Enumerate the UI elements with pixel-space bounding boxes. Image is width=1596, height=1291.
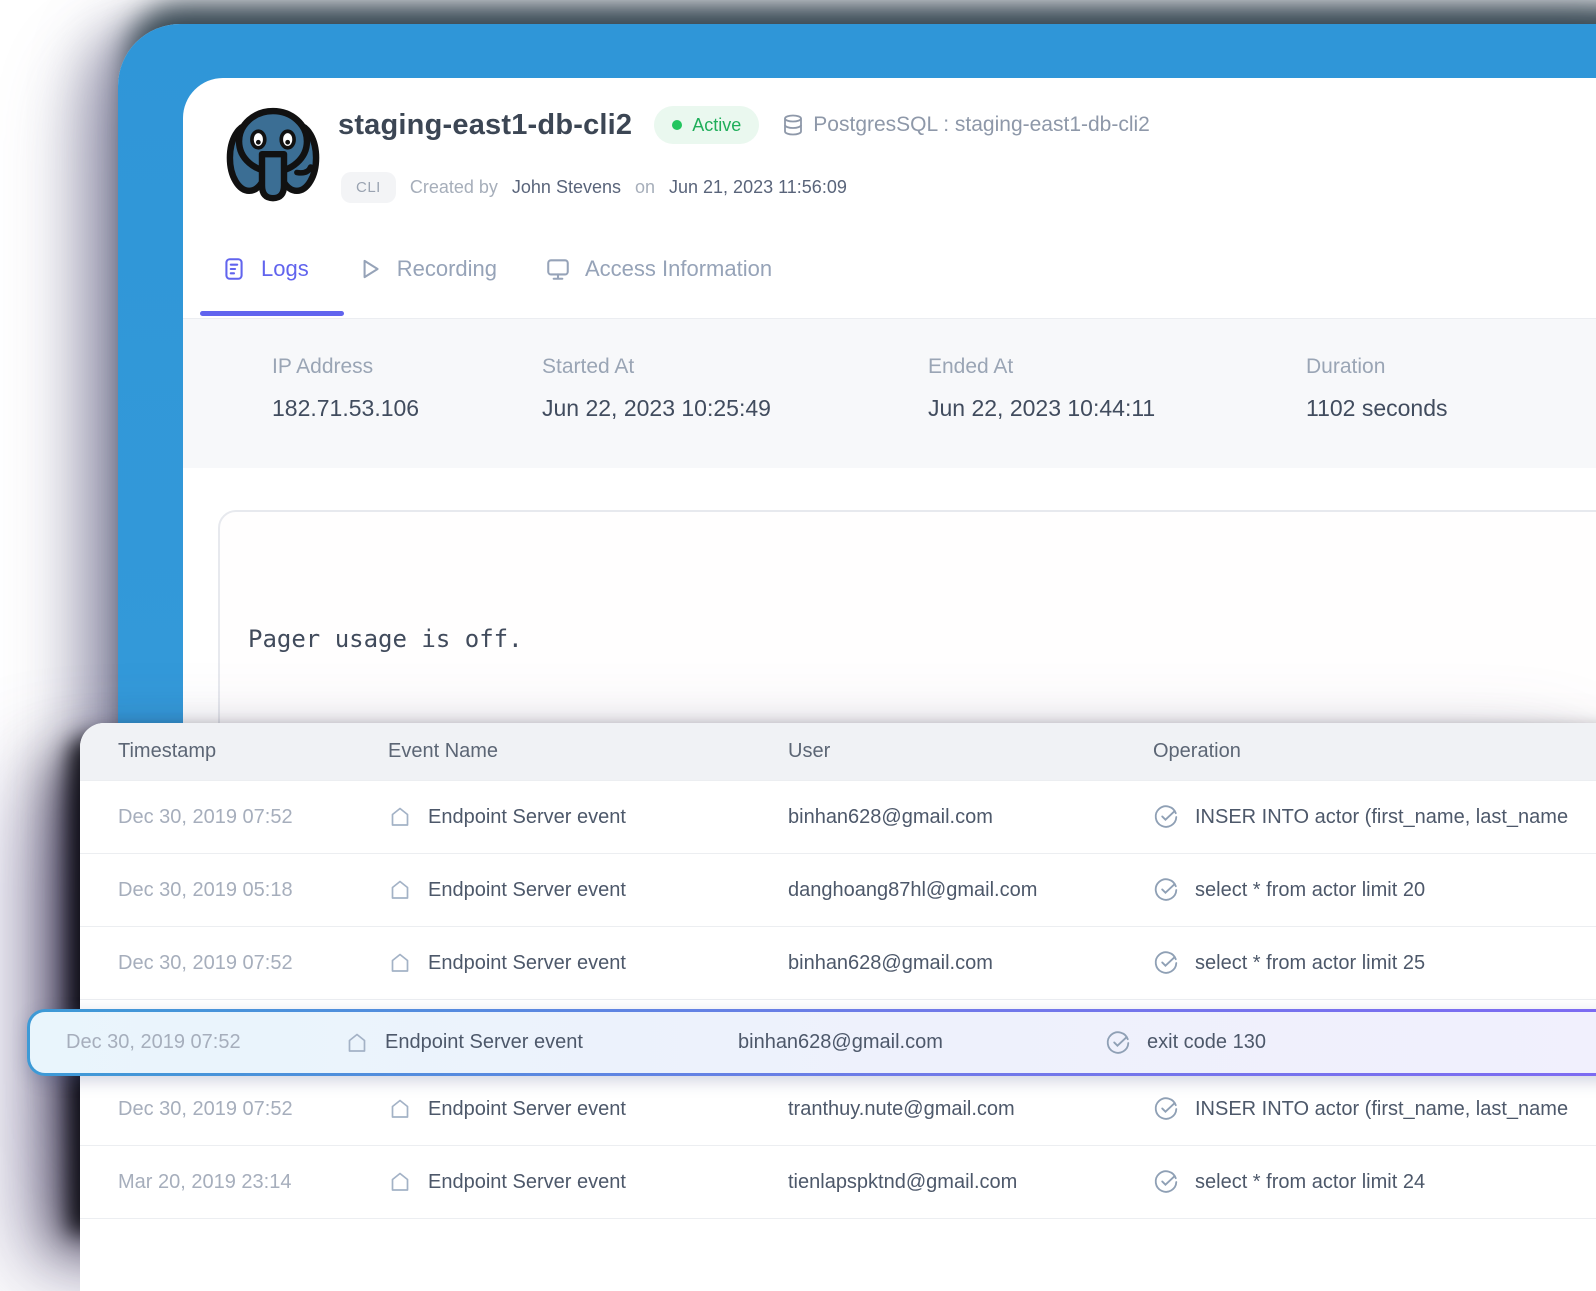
- column-header-event-name: Event Name: [388, 740, 788, 763]
- terminal-line: Pager usage is off.: [248, 620, 1596, 659]
- active-tab-underline: [200, 311, 344, 316]
- endpoint-server-icon: [388, 951, 412, 975]
- endpoint-server-icon: [388, 1170, 412, 1194]
- table-row[interactable]: Dec 30, 2019 07:52 Endpoint Server event…: [80, 926, 1596, 999]
- table-row[interactable]: Dec 30, 2019 05:18 Endpoint Server event…: [80, 853, 1596, 926]
- database-icon: [781, 113, 805, 137]
- page: staging-east1-db-cli2 Active PostgresSQL…: [0, 0, 1596, 1228]
- table-header: Timestamp Event Name User Operation: [80, 723, 1596, 780]
- check-circle-icon: [1153, 804, 1179, 830]
- endpoint-server-icon: [388, 1097, 412, 1121]
- check-circle-icon: [1153, 950, 1179, 976]
- created-by-line: CLI Created by John Stevens on Jun 21, 2…: [341, 172, 847, 203]
- status-badge: Active: [654, 106, 759, 144]
- column-header-operation: Operation: [1153, 740, 1596, 763]
- endpoint-server-icon: [388, 805, 412, 829]
- table-row[interactable]: Dec 30, 2019 07:52 Endpoint Server event…: [80, 780, 1596, 853]
- column-header-timestamp: Timestamp: [118, 740, 388, 763]
- tab-access-information[interactable]: Access Information: [545, 256, 772, 282]
- column-header-user: User: [788, 740, 1153, 763]
- table-row: [80, 1218, 1596, 1291]
- endpoint-server-icon: [345, 1031, 369, 1055]
- play-icon: [357, 256, 383, 282]
- endpoint-server-icon: [388, 878, 412, 902]
- monitor-icon: [545, 256, 571, 282]
- table-row[interactable]: Mar 20, 2019 23:14 Endpoint Server event…: [80, 1145, 1596, 1218]
- info-ended-at: Ended At Jun 22, 2023 10:44:11: [928, 319, 1306, 468]
- logs-icon: [221, 256, 247, 282]
- created-by-name: John Stevens: [512, 177, 621, 198]
- tab-logs[interactable]: Logs: [221, 256, 309, 282]
- table-row[interactable]: Dec 30, 2019 07:52 Endpoint Server event…: [80, 1072, 1596, 1145]
- check-circle-icon: [1153, 877, 1179, 903]
- check-circle-icon: [1153, 1096, 1179, 1122]
- info-duration: Duration 1102 seconds: [1306, 319, 1448, 468]
- session-type-badge: CLI: [341, 172, 396, 203]
- status-dot-icon: [672, 120, 682, 130]
- events-table-panel: Timestamp Event Name User Operation Dec …: [80, 723, 1596, 1228]
- tab-recording[interactable]: Recording: [357, 256, 497, 282]
- created-date: Jun 21, 2023 11:56:09: [669, 177, 847, 198]
- selected-table-row[interactable]: Dec 30, 2019 07:52 Endpoint Server event…: [27, 1009, 1596, 1076]
- session-info-bar: IP Address 182.71.53.106 Started At Jun …: [183, 318, 1596, 468]
- info-started-at: Started At Jun 22, 2023 10:25:49: [542, 319, 928, 468]
- info-ip-address: IP Address 182.71.53.106: [272, 319, 542, 468]
- db-type-label: PostgresSQL : staging-east1-db-cli2: [781, 113, 1150, 137]
- tab-bar: Logs Recording Access Information: [221, 256, 772, 282]
- check-circle-icon: [1153, 1169, 1179, 1195]
- check-circle-icon: [1105, 1030, 1131, 1056]
- page-title: staging-east1-db-cli2: [338, 109, 632, 142]
- postgresql-logo-icon: [218, 100, 328, 212]
